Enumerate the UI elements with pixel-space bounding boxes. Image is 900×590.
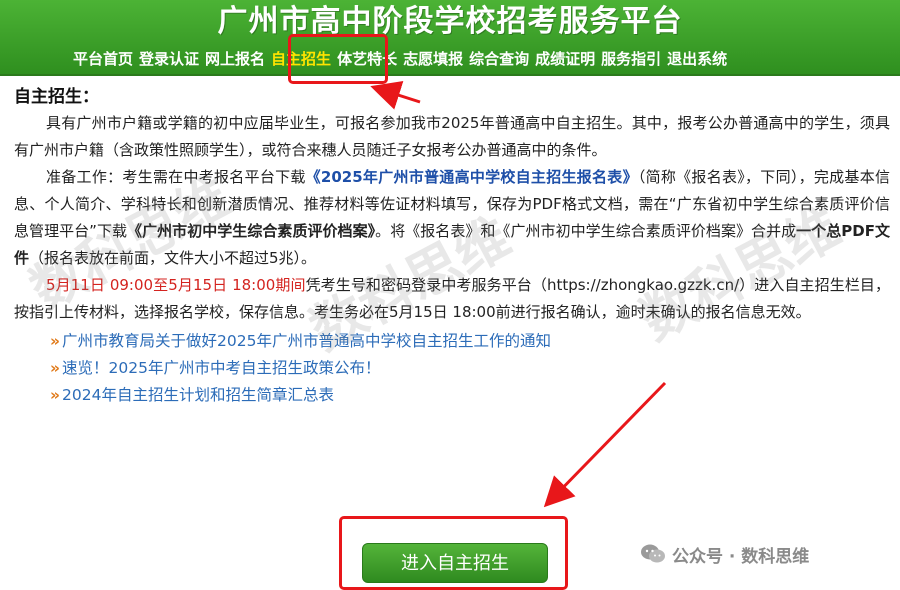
nav-home[interactable]: 平台首页	[70, 48, 136, 72]
main-content: 自主招生： 具有广州市户籍或学籍的初中应届毕业生，可报名参加我市2025年普通高…	[14, 84, 890, 409]
link-notice[interactable]: » 广州市教育局关于做好2025年广州市普通高中学校自主招生工作的通知	[50, 328, 890, 355]
highlight-box-button	[339, 516, 568, 590]
site-title: 广州市高中阶段学校招考服务平台	[217, 4, 683, 39]
raquo-icon: »	[50, 359, 61, 377]
registration-period: 5月11日 09:00至5月15日 18:00期间	[46, 276, 306, 294]
eligibility-paragraph: 具有广州市户籍或学籍的初中应届毕业生，可报名参加我市2025年普通高中自主招生。…	[14, 114, 890, 159]
highlight-box-nav	[288, 34, 388, 84]
nav-application-fill[interactable]: 志愿填报	[400, 48, 466, 72]
nav-online-registration[interactable]: 网上报名	[202, 48, 268, 72]
nav-score-certificate[interactable]: 成绩证明	[532, 48, 598, 72]
related-links: » 广州市教育局关于做好2025年广州市普通高中学校自主招生工作的通知 » 速览！2…	[50, 328, 890, 409]
prep-text-4: （报名表放在前面，文件大小不超过5兆）。	[29, 249, 317, 267]
header: 广州市高中阶段学校招考服务平台 平台首页 登录认证 网上报名 自主招生 体艺特长…	[0, 0, 900, 76]
prep-text-1: 准备工作：考生需在中考报名平台下载	[46, 168, 306, 186]
form-download-link[interactable]: 《2025年广州市普通高中学校自主招生报名表》	[306, 168, 638, 186]
raquo-icon: »	[50, 386, 61, 404]
account-credit: 公众号 · 数科思维	[640, 540, 809, 568]
link-plan-summary[interactable]: » 2024年自主招生计划和招生简章汇总表	[50, 382, 890, 409]
nav-logout[interactable]: 退出系统	[664, 48, 730, 72]
link-label: 2024年自主招生计划和招生简章汇总表	[62, 386, 334, 404]
nav-login[interactable]: 登录认证	[136, 48, 202, 72]
link-label: 速览！2025年广州市中考自主招生政策公布！	[62, 359, 381, 377]
schedule-paragraph: 5月11日 09:00至5月15日 18:00期间凭考生号和密码登录中考服务平台…	[14, 272, 890, 326]
preparation-paragraph: 准备工作：考生需在中考报名平台下载《2025年广州市普通高中学校自主招生报名表》…	[14, 164, 890, 272]
nav-service-guide[interactable]: 服务指引	[598, 48, 664, 72]
main-nav: 平台首页 登录认证 网上报名 自主招生 体艺特长 志愿填报 综合查询 成绩证明 …	[70, 48, 730, 72]
wechat-icon	[641, 544, 665, 563]
raquo-icon: »	[50, 332, 61, 350]
link-label: 广州市教育局关于做好2025年广州市普通高中学校自主招生工作的通知	[62, 332, 551, 350]
prep-text-3: 。将《报名表》和《广州市初中学生综合素质评价档案》合并成	[375, 222, 797, 240]
section-title: 自主招生：	[14, 87, 99, 107]
nav-query[interactable]: 综合查询	[466, 48, 532, 72]
evaluation-file-name: 《广州市初中学生综合素质评价档案》	[127, 222, 376, 240]
link-policy[interactable]: » 速览！2025年广州市中考自主招生政策公布！	[50, 355, 890, 382]
credit-text: 公众号 · 数科思维	[672, 546, 810, 567]
